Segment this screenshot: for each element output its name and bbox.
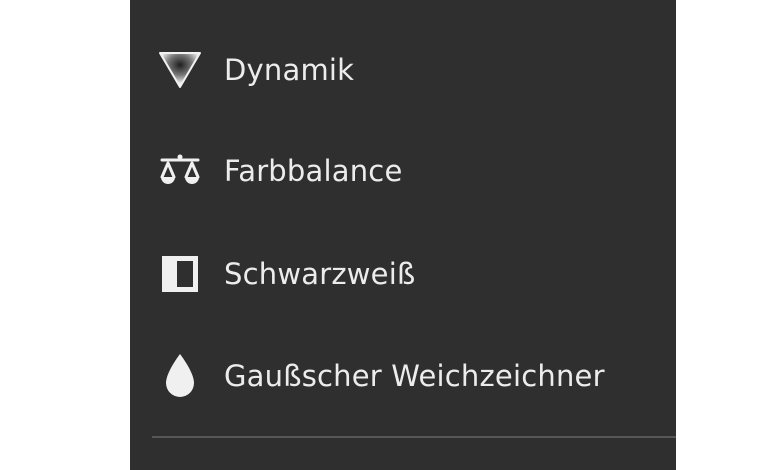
droplet-icon — [158, 352, 202, 397]
adjustment-menu-panel: Dynamik Farbbalance Schwarzweiß Gaußsche… — [130, 0, 676, 470]
menu-item-dynamik[interactable]: Dynamik — [130, 33, 676, 107]
menu-item-label: Gaußscher Weichzeichner — [224, 359, 605, 393]
black-white-square-icon — [158, 252, 202, 296]
menu-item-label: Schwarzweiß — [224, 257, 416, 291]
menu-divider — [152, 436, 676, 438]
menu-item-farbbalance[interactable]: Farbbalance — [130, 134, 676, 208]
menu-item-label: Dynamik — [224, 53, 355, 87]
menu-item-gaussscher-weichzeichner[interactable]: Gaußscher Weichzeichner — [130, 339, 676, 413]
menu-item-schwarzweiss[interactable]: Schwarzweiß — [130, 237, 676, 311]
vibrance-triangle-icon — [158, 48, 202, 92]
balance-scale-icon — [158, 150, 202, 194]
screenshot-canvas: Dynamik Farbbalance Schwarzweiß Gaußsche… — [0, 0, 780, 470]
menu-item-label: Farbbalance — [224, 154, 403, 188]
